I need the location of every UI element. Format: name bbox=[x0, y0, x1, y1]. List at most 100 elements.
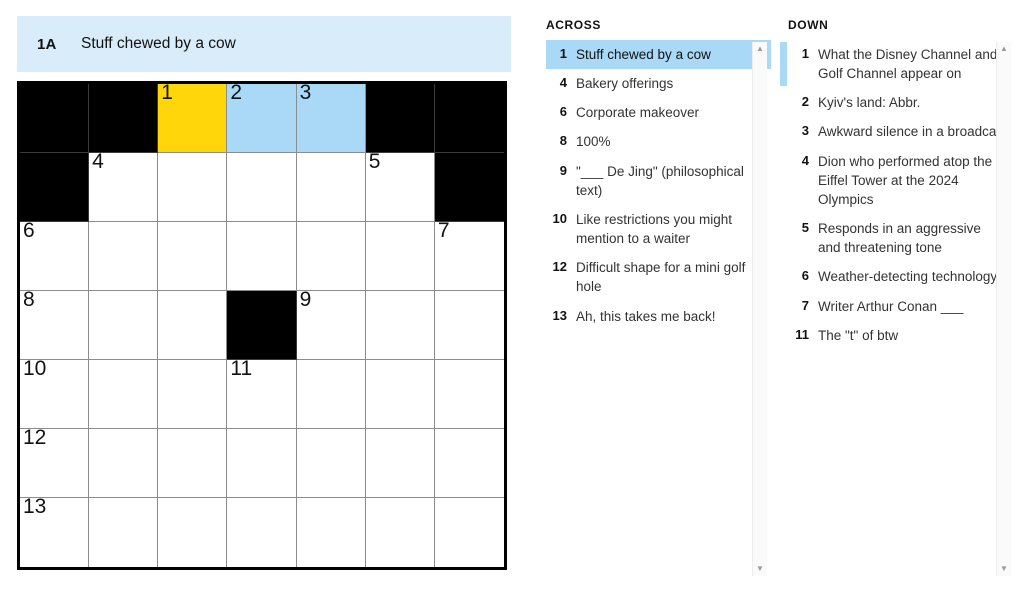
clue-item[interactable]: 9 "___ De Jing" (philosophical text) bbox=[546, 157, 771, 205]
clue-text: Like restrictions you might mention to a… bbox=[576, 211, 733, 247]
clue-text: Awkward silence in a broadcast bbox=[818, 124, 1007, 140]
grid-cell[interactable]: 9 bbox=[296, 288, 366, 360]
clue-item[interactable]: 10 Like restrictions you might mention to… bbox=[546, 205, 771, 253]
clue-item[interactable]: 3 Awkward silence in a broadcast bbox=[788, 117, 1013, 146]
across-heading: ACROSS bbox=[546, 18, 601, 32]
clue-text: Corporate makeover bbox=[576, 105, 700, 121]
grid-cell[interactable]: 1 bbox=[158, 81, 228, 153]
clue-item[interactable]: 12 Difficult shape for a mini golf hole bbox=[546, 253, 771, 301]
grid-cell[interactable]: 10 bbox=[20, 357, 90, 429]
grid-cell-number: 3 bbox=[299, 81, 312, 104]
grid-cell[interactable]: 13 bbox=[20, 495, 90, 567]
grid-cell[interactable] bbox=[365, 429, 435, 498]
grid-cell[interactable] bbox=[365, 498, 435, 567]
grid-cell[interactable]: 12 bbox=[20, 426, 90, 498]
grid-cell[interactable] bbox=[89, 360, 159, 429]
clue-item[interactable]: 5 Responds in an aggressive and threateni… bbox=[788, 214, 1013, 262]
grid-cell-block bbox=[227, 291, 297, 360]
down-clue-list[interactable]: 1 What the Disney Channel and Golf Channe… bbox=[780, 40, 1013, 350]
grid-cell[interactable]: 3 bbox=[296, 81, 366, 153]
clue-item[interactable]: 7 Writer Arthur Conan ___ bbox=[788, 292, 1013, 321]
grid-cell-block bbox=[20, 153, 90, 222]
clue-item[interactable]: 4 Bakery offerings bbox=[546, 69, 771, 98]
grid-cell[interactable] bbox=[296, 429, 366, 498]
clue-number: 6 bbox=[801, 268, 809, 284]
grid-cell[interactable] bbox=[296, 360, 366, 429]
grid-cell[interactable]: 7 bbox=[434, 219, 504, 291]
grid-cell[interactable] bbox=[158, 153, 228, 222]
clue-item[interactable]: 6 Corporate makeover bbox=[546, 98, 771, 127]
grid-cell-number: 10 bbox=[23, 357, 47, 380]
clue-text: 100% bbox=[576, 134, 611, 150]
grid-cell[interactable] bbox=[296, 153, 366, 222]
across-scrollbar[interactable]: ▲ ▼ bbox=[752, 42, 767, 576]
grid-cell-number: 11 bbox=[230, 357, 253, 380]
down-scroll-up-icon[interactable]: ▲ bbox=[997, 42, 1011, 56]
clue-item[interactable]: 1 What the Disney Channel and Golf Channe… bbox=[780, 40, 1013, 88]
clue-number: 4 bbox=[801, 152, 809, 168]
down-scroll-down-icon[interactable]: ▼ bbox=[997, 562, 1011, 576]
clue-text: Weather-detecting technology bbox=[818, 269, 998, 285]
grid-cell[interactable] bbox=[89, 222, 159, 291]
grid-cell-block bbox=[434, 84, 504, 153]
grid-cell[interactable] bbox=[89, 429, 159, 498]
grid-cell[interactable]: 2 bbox=[227, 81, 297, 153]
grid-cell[interactable] bbox=[89, 291, 159, 360]
clue-text: Writer Arthur Conan ___ bbox=[818, 298, 964, 314]
current-clue-banner[interactable]: 1A Stuff chewed by a cow bbox=[17, 16, 511, 72]
grid-cell[interactable] bbox=[365, 360, 435, 429]
clue-item[interactable]: 8 100% bbox=[546, 127, 771, 156]
clue-number: 4 bbox=[559, 75, 567, 91]
grid-cell[interactable]: 5 bbox=[365, 150, 435, 222]
grid-cell[interactable] bbox=[434, 498, 504, 567]
grid-cell[interactable]: 8 bbox=[20, 288, 90, 360]
clue-number: 3 bbox=[801, 123, 809, 139]
grid-cell[interactable] bbox=[296, 222, 366, 291]
across-scroll-down-icon[interactable]: ▼ bbox=[753, 562, 767, 576]
grid-cell[interactable] bbox=[365, 222, 435, 291]
across-clue-panel: ACROSS 1 Stuff chewed by a cow 4 Bakery off… bbox=[546, 18, 771, 331]
grid-cell-number: 6 bbox=[23, 219, 35, 242]
grid-cell[interactable] bbox=[89, 498, 159, 567]
down-heading: DOWN bbox=[788, 18, 829, 32]
grid-cell[interactable] bbox=[434, 291, 504, 360]
grid-cell[interactable] bbox=[227, 222, 297, 291]
down-scrollbar[interactable]: ▲ ▼ bbox=[996, 42, 1011, 576]
grid-cell[interactable] bbox=[227, 498, 297, 567]
clue-item[interactable]: 1 Stuff chewed by a cow bbox=[546, 40, 771, 70]
grid-cell[interactable] bbox=[296, 498, 366, 567]
across-clue-list[interactable]: 1 Stuff chewed by a cow 4 Bakery offerings 6… bbox=[546, 40, 771, 331]
grid-cell[interactable] bbox=[158, 429, 228, 498]
grid-cell[interactable] bbox=[158, 498, 228, 567]
grid-cell[interactable] bbox=[158, 291, 228, 360]
grid-cell[interactable]: 4 bbox=[89, 150, 159, 222]
grid-cell[interactable] bbox=[365, 291, 435, 360]
grid-cell[interactable] bbox=[227, 153, 297, 222]
grid-cell-block bbox=[89, 84, 159, 153]
grid-cell[interactable]: 6 bbox=[20, 219, 90, 291]
crossword-grid[interactable]: 1 2 3 4 5 6 7 8 9 10 11 12 13 bbox=[20, 81, 504, 567]
clue-item[interactable]: 4 Dion who performed atop the Eiffel Towe… bbox=[788, 147, 1013, 214]
clue-number: 6 bbox=[559, 104, 567, 120]
grid-cell[interactable] bbox=[434, 360, 504, 429]
clue-item[interactable]: 6 Weather-detecting technology bbox=[788, 262, 1013, 291]
clue-item[interactable]: 2 Kyiv's land: Abbr. bbox=[788, 88, 1013, 117]
clue-item[interactable]: 11 The "t" of btw bbox=[788, 321, 1013, 350]
clue-text: Kyiv's land: Abbr. bbox=[818, 95, 921, 111]
clue-number: 2 bbox=[801, 94, 809, 110]
grid-cell[interactable]: 11 bbox=[227, 357, 297, 429]
grid-cell[interactable] bbox=[434, 429, 504, 498]
clue-number: 7 bbox=[801, 297, 809, 313]
clue-item[interactable]: 13 Ah, this takes me back! bbox=[546, 302, 771, 331]
clue-number: 10 bbox=[552, 210, 567, 226]
grid-cell[interactable] bbox=[158, 360, 228, 429]
grid-cell[interactable] bbox=[158, 222, 228, 291]
crossword-grid-container[interactable]: 1 2 3 4 5 6 7 8 9 10 11 12 13 bbox=[17, 81, 507, 570]
clue-number: 5 bbox=[801, 220, 809, 236]
clue-number: 9 bbox=[559, 162, 567, 178]
clue-number: 12 bbox=[552, 259, 567, 275]
current-clue-text: Stuff chewed by a cow bbox=[81, 35, 236, 52]
current-clue-number: 1A bbox=[37, 35, 57, 53]
across-scroll-up-icon[interactable]: ▲ bbox=[753, 42, 767, 56]
grid-cell[interactable] bbox=[227, 429, 297, 498]
